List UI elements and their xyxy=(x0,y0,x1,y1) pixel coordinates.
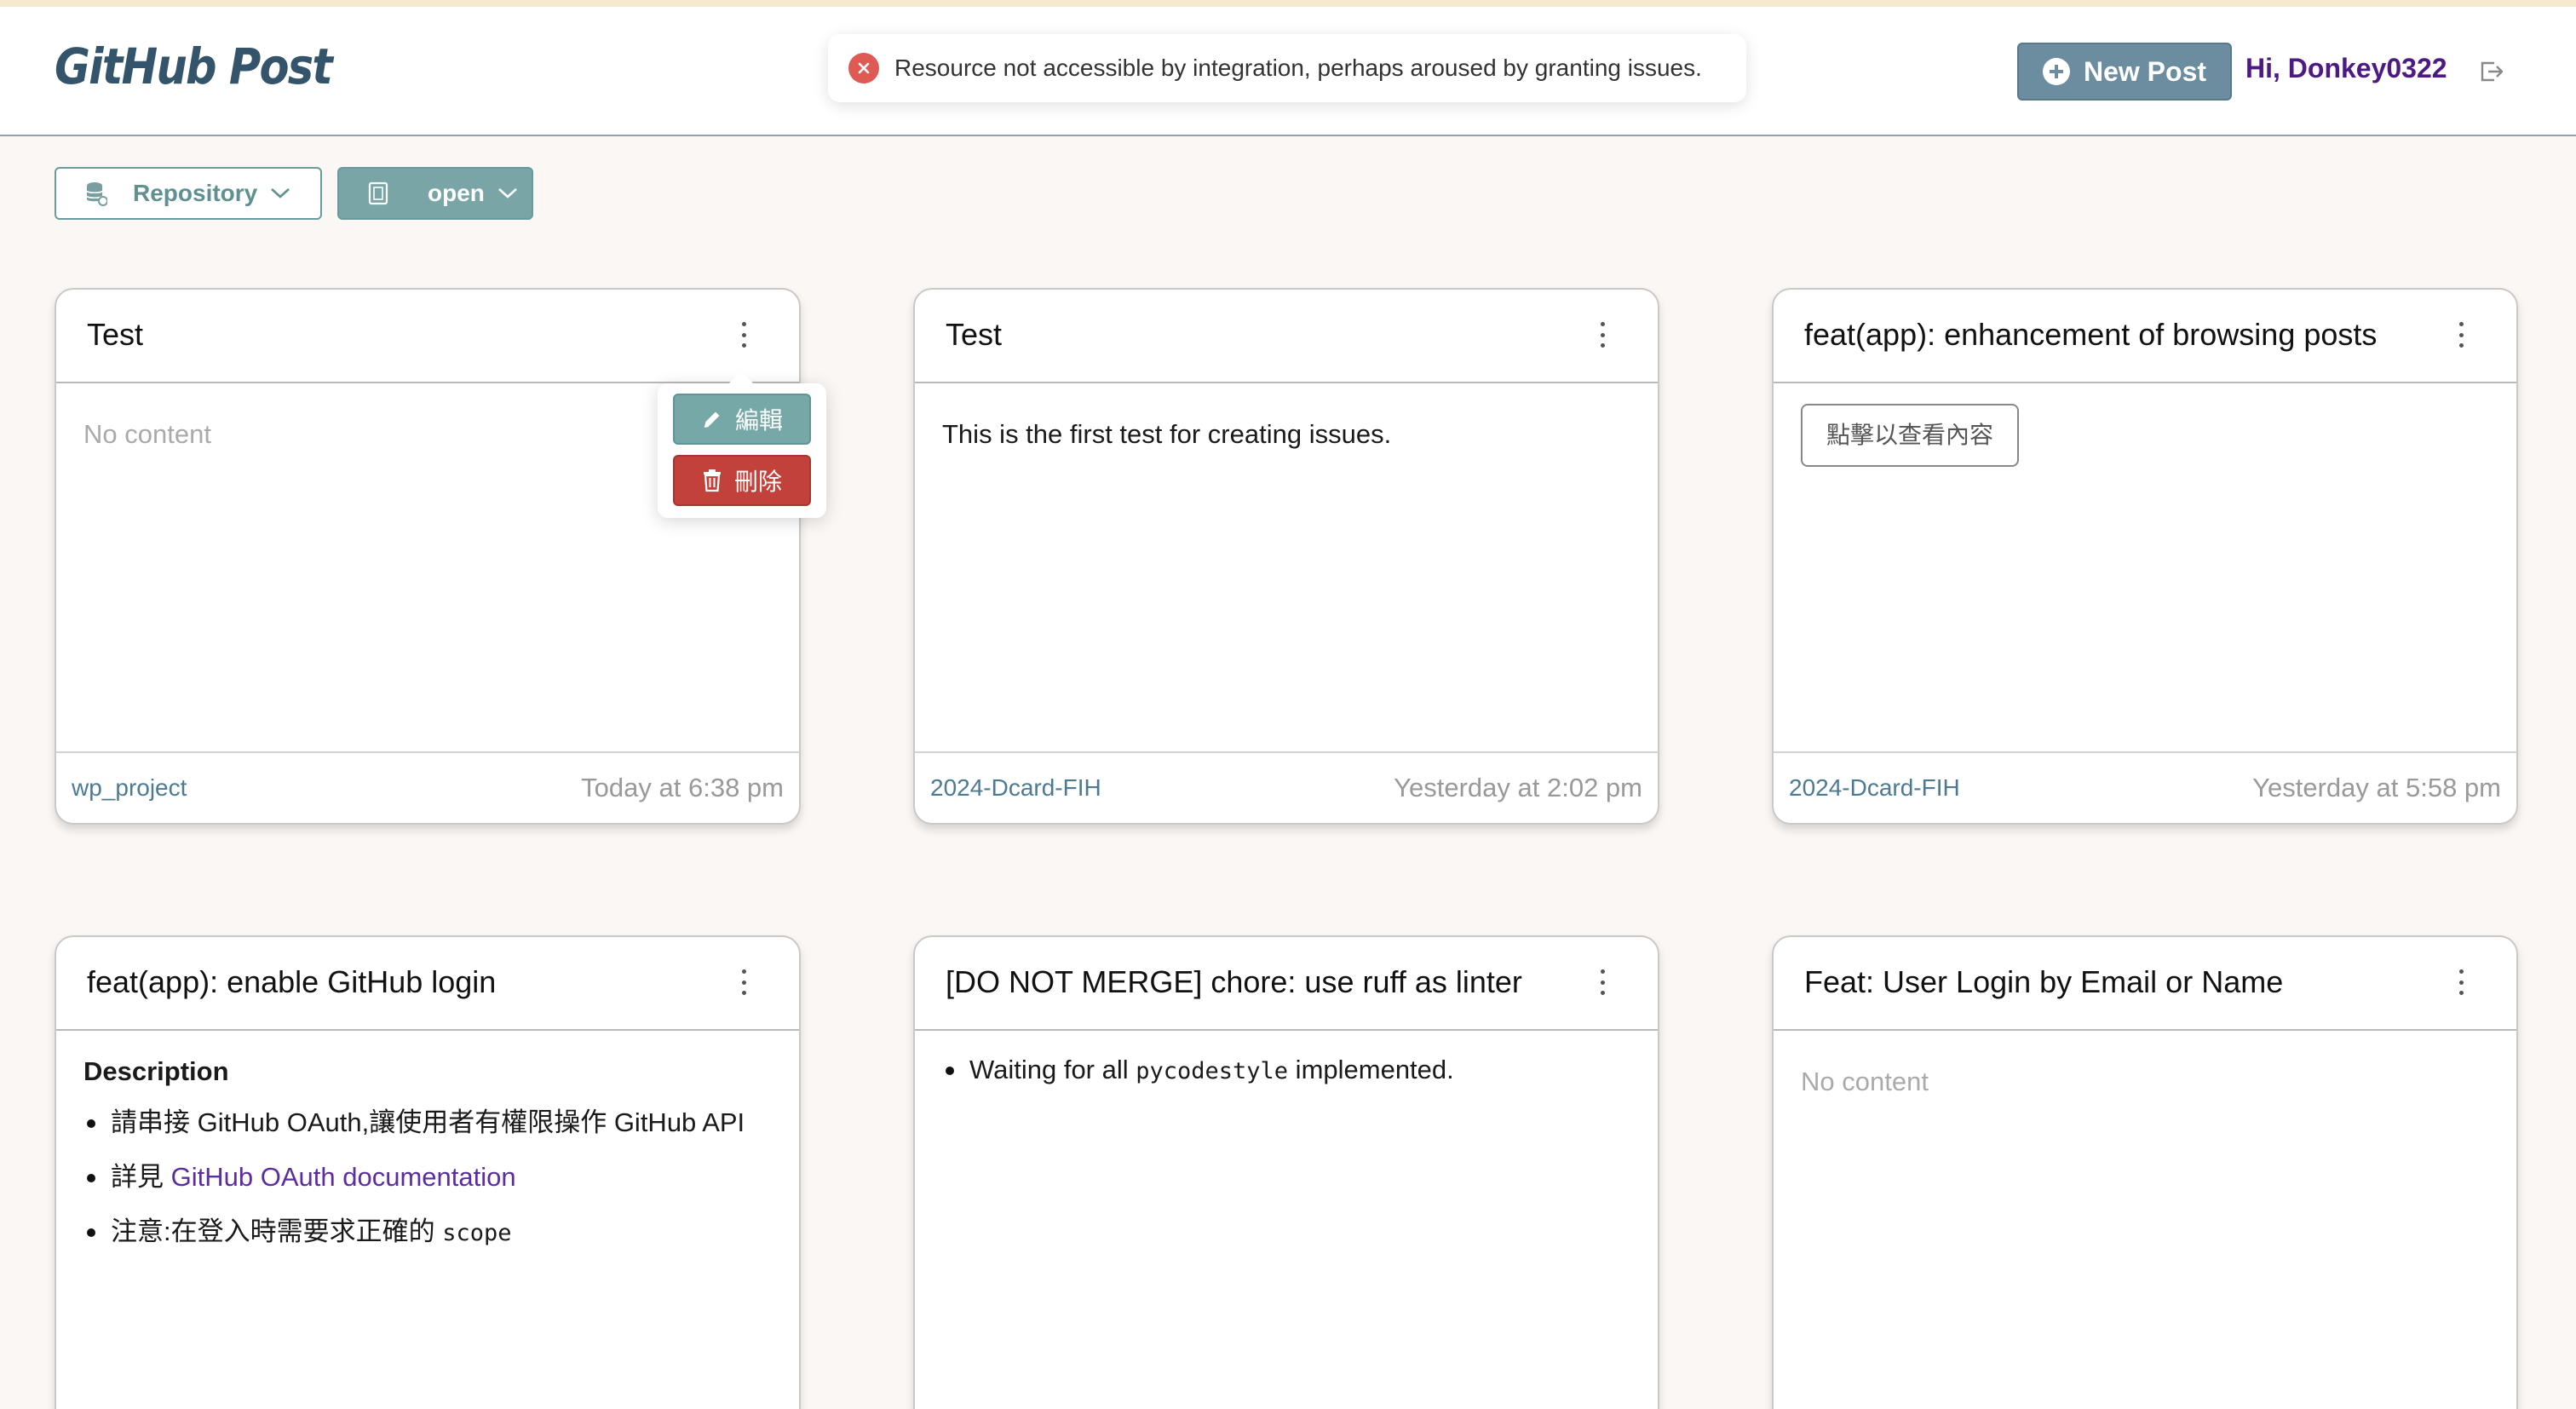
card-body: No content xyxy=(1774,1031,2516,1400)
card-repo-link[interactable]: wp_project xyxy=(72,774,187,802)
list-item-text: implemented. xyxy=(1288,1055,1454,1084)
new-post-label: New Post xyxy=(2083,55,2207,87)
user-greeting[interactable]: Hi, Donkey0322 xyxy=(2245,53,2447,84)
card-repo-link[interactable]: 2024-Dcard-FIH xyxy=(930,774,1101,802)
card-timestamp: Today at 6:38 pm xyxy=(581,773,784,802)
error-x-icon xyxy=(848,53,879,83)
issue-state-icon xyxy=(368,181,388,205)
delete-label: 刪除 xyxy=(733,469,782,495)
top-strip xyxy=(0,0,2576,7)
inline-code: pycodestyle xyxy=(1136,1058,1289,1084)
list-item: 請串接 GitHub OAuth,讓使用者有權限操作 GitHub API xyxy=(83,1096,772,1150)
card-timestamp: Yesterday at 5:58 pm xyxy=(2252,773,2501,802)
list-item: Waiting for all pycodestyle implemented. xyxy=(942,1043,1630,1099)
plus-circle-icon xyxy=(2042,58,2070,85)
card-header: Test xyxy=(56,290,799,383)
edit-button[interactable]: 編輯 xyxy=(673,394,811,445)
list-item: 詳見 GitHub OAuth documentation xyxy=(83,1150,772,1205)
state-filter-label: open xyxy=(428,180,485,206)
post-card[interactable]: feat(app): enhancement of browsing posts… xyxy=(1772,288,2518,825)
card-body: Description 請串接 GitHub OAuth,讓使用者有權限操作 G… xyxy=(56,1031,799,1400)
pencil-icon xyxy=(704,411,720,428)
card-content: This is the first test for creating issu… xyxy=(942,419,1392,449)
post-card[interactable]: Feat: User Login by Email or Name No con… xyxy=(1772,935,2518,1409)
card-title: Feat: User Login by Email or Name xyxy=(1804,964,2284,999)
card-body: This is the first test for creating issu… xyxy=(915,383,1658,753)
card-body: 點擊以查看內容 xyxy=(1774,383,2516,753)
card-title: feat(app): enhancement of browsing posts xyxy=(1804,317,2378,352)
card-title: Test xyxy=(87,317,144,352)
chevron-down-icon xyxy=(269,187,291,200)
card-footer: 2024-Dcard-FIH Yesterday at 5:58 pm xyxy=(1774,751,2516,823)
post-card[interactable]: feat(app): enable GitHub login Descripti… xyxy=(55,935,801,1409)
card-footer: 2024-Dcard-FIH Yesterday at 2:02 pm xyxy=(915,751,1658,823)
card-content-heading: Description xyxy=(83,1056,229,1086)
state-filter[interactable]: open xyxy=(337,167,533,220)
card-repo-link[interactable]: 2024-Dcard-FIH xyxy=(1789,774,1960,802)
card-header: feat(app): enhancement of browsing posts xyxy=(1774,290,2516,383)
list-item-text: Waiting for all xyxy=(969,1055,1136,1084)
post-card[interactable]: [DO NOT MERGE] chore: use ruff as linter… xyxy=(913,935,1659,1409)
trash-icon xyxy=(703,469,721,492)
more-vertical-icon[interactable] xyxy=(2457,322,2465,348)
card-body: Waiting for all pycodestyle implemented. xyxy=(915,1031,1658,1400)
inline-code: scope xyxy=(442,1220,512,1246)
card-timestamp: Yesterday at 2:02 pm xyxy=(1394,773,1642,802)
more-vertical-icon[interactable] xyxy=(739,322,748,348)
chevron-down-icon xyxy=(497,187,519,200)
repository-filter[interactable]: Repository xyxy=(55,167,322,220)
repository-filter-label: Repository xyxy=(133,180,258,206)
card-header: Test xyxy=(915,290,1658,383)
post-card[interactable]: Test This is the first test for creating… xyxy=(913,288,1659,825)
card-header: [DO NOT MERGE] chore: use ruff as linter xyxy=(915,937,1658,1031)
edit-label: 編輯 xyxy=(734,407,783,434)
more-vertical-icon[interactable] xyxy=(739,969,748,995)
card-header: Feat: User Login by Email or Name xyxy=(1774,937,2516,1031)
list-item-text: 詳見 xyxy=(111,1162,171,1192)
more-vertical-icon[interactable] xyxy=(1598,322,1607,348)
database-icon xyxy=(85,181,107,206)
card-title: [DO NOT MERGE] chore: use ruff as linter xyxy=(946,964,1522,999)
toast-message: Resource not accessible by integration, … xyxy=(894,55,1702,81)
card-footer: wp_project Today at 6:38 pm xyxy=(56,751,799,823)
card-action-menu: 編輯 刪除 xyxy=(658,371,826,518)
error-toast: Resource not accessible by integration, … xyxy=(828,34,1746,102)
list-item: 注意:在登入時需要求正確的 scope xyxy=(83,1205,772,1261)
card-content: No content xyxy=(1801,1067,1929,1096)
card-content-list: 請串接 GitHub OAuth,讓使用者有權限操作 GitHub API 詳見… xyxy=(83,1096,772,1261)
card-title: feat(app): enable GitHub login xyxy=(87,964,497,999)
oauth-docs-link[interactable]: GitHub OAuth documentation xyxy=(171,1162,516,1192)
card-content-list: Waiting for all pycodestyle implemented. xyxy=(942,1043,1630,1099)
delete-button[interactable]: 刪除 xyxy=(673,455,811,506)
logout-icon[interactable] xyxy=(2479,60,2504,88)
card-header: feat(app): enable GitHub login xyxy=(56,937,799,1031)
card-title: Test xyxy=(946,317,1003,352)
view-content-button[interactable]: 點擊以查看內容 xyxy=(1801,404,2020,467)
post-card[interactable]: Test No content wp_project Today at 6:38… xyxy=(55,288,801,825)
more-vertical-icon[interactable] xyxy=(1598,969,1607,995)
more-vertical-icon[interactable] xyxy=(2457,969,2465,995)
app-title[interactable]: GitHub Post xyxy=(55,37,333,95)
new-post-button[interactable]: New Post xyxy=(2017,43,2232,101)
list-item-text: 注意:在登入時需要求正確的 xyxy=(111,1216,443,1246)
